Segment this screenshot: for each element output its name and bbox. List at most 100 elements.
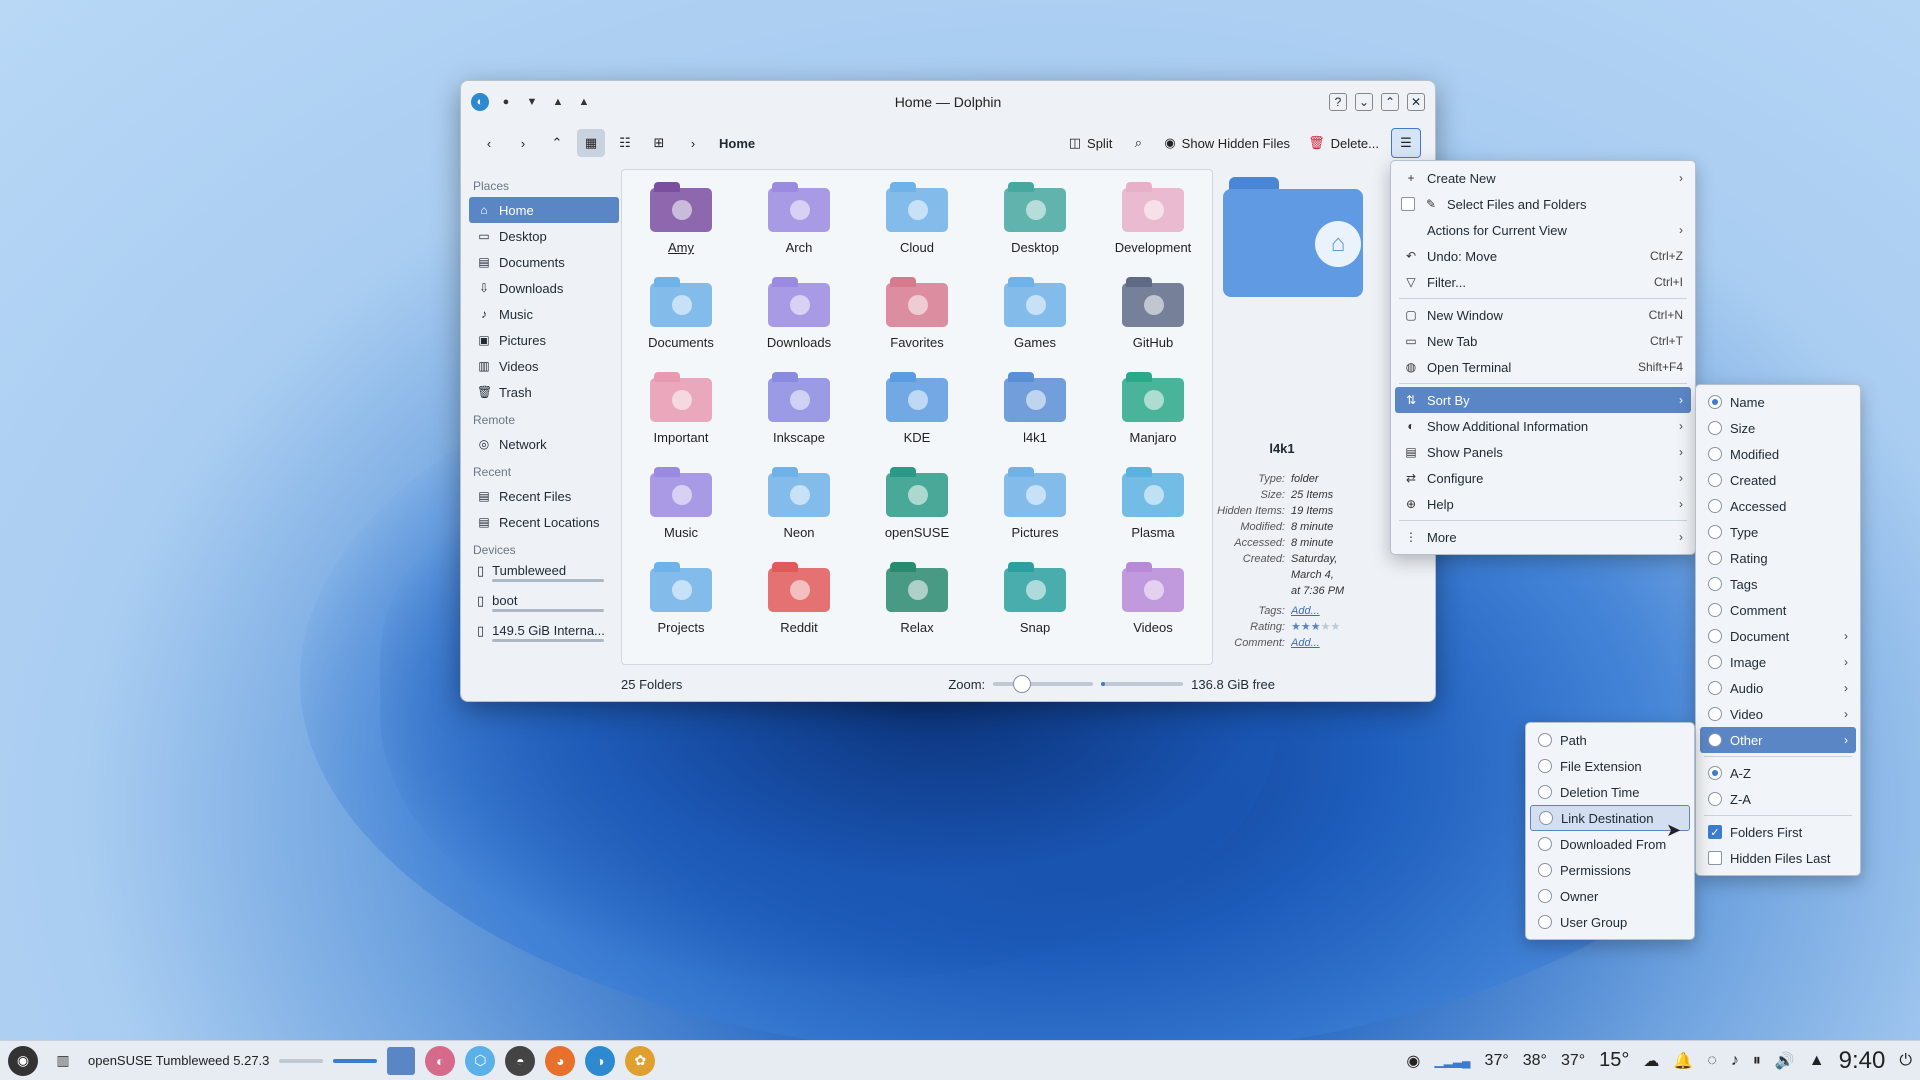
clock[interactable]: 9:40: [1839, 1047, 1886, 1075]
show-hidden-button[interactable]: ◉ Show Hidden Files: [1158, 129, 1296, 157]
weather-temp[interactable]: 15°: [1599, 1049, 1629, 1072]
sidebar-item-music[interactable]: ♪ Music: [469, 301, 619, 327]
radio-button[interactable]: [1538, 837, 1552, 851]
menu-item-deletion-time[interactable]: Deletion Time: [1530, 779, 1690, 805]
menu-item-filter[interactable]: ▽ Filter... Ctrl+I: [1395, 269, 1691, 295]
menu-item-file-extension[interactable]: File Extension: [1530, 753, 1690, 779]
pager-indicator[interactable]: [333, 1058, 378, 1063]
media-icon[interactable]: ♪: [1731, 1052, 1739, 1070]
maximize-icon[interactable]: ⌃: [1381, 93, 1399, 111]
compact-view-icon[interactable]: ☷: [611, 129, 639, 157]
sidebar-item-trash[interactable]: 🗑 Trash: [469, 379, 619, 405]
sidebar-item-recent-locations[interactable]: ▤ Recent Locations: [469, 509, 619, 535]
radio-button[interactable]: [1538, 863, 1552, 877]
sidebar-item-desktop[interactable]: ▭ Desktop: [469, 223, 619, 249]
zoom-slider-handle[interactable]: [1013, 675, 1032, 693]
radio-button[interactable]: [1708, 395, 1722, 409]
folder-item[interactable]: GitHub: [1094, 277, 1212, 372]
folder-item[interactable]: Snap: [976, 562, 1094, 657]
menu-item-video[interactable]: Video ›: [1700, 701, 1856, 727]
folder-item[interactable]: l4k1: [976, 372, 1094, 467]
radio-button[interactable]: [1708, 447, 1722, 461]
menu-item-folders-first[interactable]: ✓ Folders First: [1700, 819, 1856, 845]
icons-view-icon[interactable]: ▦: [577, 129, 605, 157]
menu-item-user-group[interactable]: User Group: [1530, 909, 1690, 935]
search-icon[interactable]: ⌕: [1124, 129, 1152, 157]
folder-item[interactable]: Important: [622, 372, 740, 467]
notifications-icon[interactable]: 🔔: [1673, 1051, 1693, 1071]
rating-star-icon[interactable]: ★: [1331, 621, 1341, 633]
pager-desktop[interactable]: [387, 1046, 416, 1075]
radio-button[interactable]: [1539, 811, 1553, 825]
shade-icon[interactable]: ▲: [575, 93, 593, 111]
menu-item-a-z[interactable]: A-Z: [1700, 760, 1856, 786]
zoom-slider[interactable]: [993, 675, 1094, 693]
radio-button[interactable]: [1708, 655, 1722, 669]
menu-item-audio[interactable]: Audio ›: [1700, 675, 1856, 701]
checkbox[interactable]: [1708, 851, 1722, 865]
radio-button[interactable]: [1538, 733, 1552, 747]
photos-icon[interactable]: ✿: [625, 1045, 656, 1076]
menu-item-accessed[interactable]: Accessed: [1700, 493, 1856, 519]
menu-item-sort-by[interactable]: ⇅ Sort By ›: [1395, 387, 1691, 413]
menu-item-z-a[interactable]: Z-A: [1700, 786, 1856, 812]
radio-button[interactable]: [1708, 551, 1722, 565]
menu-item-actions-for-current-view[interactable]: Actions for Current View ›: [1395, 217, 1691, 243]
menu-item-comment[interactable]: Comment: [1700, 597, 1856, 623]
folder-item[interactable]: Reddit: [740, 562, 858, 657]
menu-item-help[interactable]: ⊕ Help ›: [1395, 491, 1691, 517]
sidebar-item-internal-drive[interactable]: ▯ 149.5 GiB Interna...: [469, 621, 619, 651]
minimize-icon[interactable]: ⌄: [1355, 93, 1373, 111]
menu-item-owner[interactable]: Owner: [1530, 883, 1690, 909]
folder-item[interactable]: KDE: [858, 372, 976, 467]
radio-button[interactable]: [1708, 603, 1722, 617]
folder-item[interactable]: Documents: [622, 277, 740, 372]
back-icon[interactable]: ‹: [475, 129, 503, 157]
folder-item[interactable]: Manjaro: [1094, 372, 1212, 467]
tray-expand-icon[interactable]: ▲: [1809, 1052, 1825, 1070]
delete-button[interactable]: 🗑 Delete...: [1302, 129, 1385, 157]
sidebar-item-videos[interactable]: ▥ Videos: [469, 353, 619, 379]
radio-button[interactable]: [1708, 629, 1722, 643]
firefox-icon[interactable]: ◕: [545, 1045, 576, 1076]
radio-button[interactable]: [1538, 889, 1552, 903]
menu-item-permissions[interactable]: Permissions: [1530, 857, 1690, 883]
folder-item[interactable]: Favorites: [858, 277, 976, 372]
sidebar-item-recent-files[interactable]: ▤ Recent Files: [469, 483, 619, 509]
folder-item[interactable]: openSUSE: [858, 467, 976, 562]
close-icon[interactable]: ✕: [1407, 93, 1425, 111]
folder-item[interactable]: Neon: [740, 467, 858, 562]
sidebar-item-tumbleweed[interactable]: ▯ Tumbleweed: [469, 561, 619, 591]
menu-item-tags[interactable]: Tags: [1700, 571, 1856, 597]
volume-icon[interactable]: 🔊: [1775, 1051, 1795, 1071]
menu-item-rating[interactable]: Rating: [1700, 545, 1856, 571]
folder-item[interactable]: Plasma: [1094, 467, 1212, 562]
sidebar-item-documents[interactable]: ▤ Documents: [469, 249, 619, 275]
radio-button[interactable]: [1708, 473, 1722, 487]
menu-item-new-window[interactable]: ▢ New Window Ctrl+N: [1395, 302, 1691, 328]
rating-star-icon[interactable]: ★: [1291, 621, 1301, 633]
menu-item-document[interactable]: Document ›: [1700, 623, 1856, 649]
app-icon[interactable]: ◐: [471, 93, 489, 111]
radio-button[interactable]: [1538, 785, 1552, 799]
menu-item-path[interactable]: Path: [1530, 727, 1690, 753]
dolphin-icon[interactable]: ◑: [585, 1045, 616, 1076]
discover-icon[interactable]: ⬡: [465, 1045, 496, 1076]
folder-item[interactable]: Music: [622, 467, 740, 562]
settings-icon[interactable]: ◓: [505, 1045, 536, 1076]
folder-item[interactable]: Cloud: [858, 182, 976, 277]
sidebar-item-home[interactable]: ⌂ Home: [469, 197, 619, 223]
menu-item-undo-move[interactable]: ↶ Undo: Move Ctrl+Z: [1395, 243, 1691, 269]
rating-star-icon[interactable]: ★: [1311, 621, 1321, 633]
rating-stars[interactable]: ★★★★★: [1291, 619, 1340, 635]
hamburger-menu-button[interactable]: ☰: [1391, 128, 1421, 158]
menu-item-configure[interactable]: ⇄ Configure ›: [1395, 465, 1691, 491]
folder-item[interactable]: Arch: [740, 182, 858, 277]
tags-add-link[interactable]: Add...: [1291, 603, 1320, 619]
menu-item-show-additional-information[interactable]: ◐ Show Additional Information ›: [1395, 413, 1691, 439]
radio-button[interactable]: [1708, 525, 1722, 539]
menu-item-create-new[interactable]: + Create New ›: [1395, 165, 1691, 191]
rating-star-icon[interactable]: ★: [1301, 621, 1311, 633]
cloud-icon[interactable]: ☁: [1643, 1051, 1659, 1071]
menu-item-new-tab[interactable]: ▭ New Tab Ctrl+T: [1395, 328, 1691, 354]
